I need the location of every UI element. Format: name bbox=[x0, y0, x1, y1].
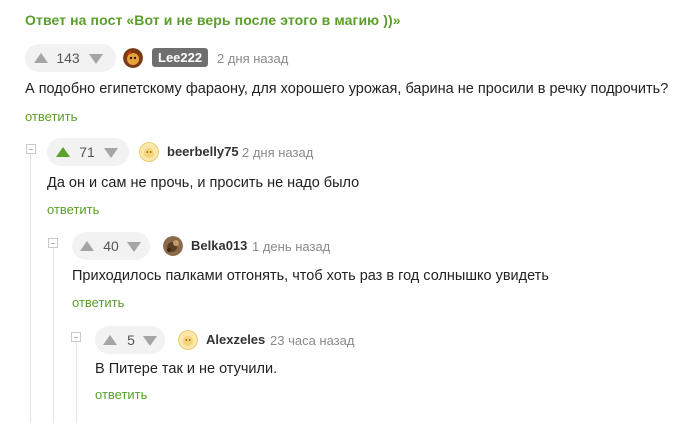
collapse-button[interactable] bbox=[48, 238, 58, 248]
reply-link[interactable]: ответить bbox=[95, 387, 147, 402]
score: 40 bbox=[103, 238, 119, 254]
downvote-icon[interactable] bbox=[89, 54, 103, 64]
comment-text: В Питере так и не отучили. bbox=[95, 361, 278, 377]
score: 71 bbox=[79, 144, 95, 160]
downvote-icon[interactable] bbox=[127, 242, 141, 252]
upvote-icon[interactable] bbox=[56, 147, 70, 157]
upvote-icon[interactable] bbox=[103, 335, 117, 345]
avatar[interactable] bbox=[139, 142, 159, 162]
comment-text: Приходилось палками отгонять, чтоб хоть … bbox=[72, 268, 549, 284]
score: 5 bbox=[127, 332, 135, 348]
comment: 71 beerbelly75 2 дня назад Да он и сам н… bbox=[47, 138, 647, 228]
vote-control: 40 bbox=[72, 232, 150, 260]
comment-text: Да он и сам не прочь, и просить не надо … bbox=[47, 175, 360, 191]
score: 143 bbox=[56, 50, 80, 66]
comment-header: 5 Alexzeles 23 часа назад bbox=[95, 326, 595, 354]
username[interactable]: Alexzeles bbox=[206, 332, 265, 347]
avatar[interactable] bbox=[163, 236, 183, 256]
downvote-icon[interactable] bbox=[104, 148, 118, 158]
collapse-button[interactable] bbox=[71, 332, 81, 342]
downvote-icon[interactable] bbox=[143, 336, 157, 346]
comment-text: А подобно египетскому фараону, для хорош… bbox=[25, 81, 669, 97]
username[interactable]: beerbelly75 bbox=[167, 144, 239, 159]
username[interactable]: Lee222 bbox=[152, 48, 209, 67]
upvote-icon[interactable] bbox=[34, 53, 48, 63]
comment-header: 71 beerbelly75 2 дня назад bbox=[47, 138, 647, 166]
avatar[interactable] bbox=[178, 330, 198, 350]
vote-control: 5 bbox=[95, 326, 165, 354]
collapse-button[interactable] bbox=[26, 144, 36, 154]
thread-line bbox=[76, 340, 77, 423]
username[interactable]: Belka013 bbox=[191, 238, 247, 253]
timestamp[interactable]: 2 дня назад bbox=[242, 145, 313, 160]
comment-header: 143 Lee222 2 дня назад bbox=[25, 44, 685, 72]
timestamp[interactable]: 1 день назад bbox=[252, 239, 330, 254]
reply-link[interactable]: ответить bbox=[47, 202, 99, 217]
reply-link[interactable]: ответить bbox=[25, 109, 77, 124]
upvote-icon[interactable] bbox=[80, 241, 94, 251]
vote-control: 71 bbox=[47, 138, 129, 166]
comment: 5 Alexzeles 23 часа назад В Питере так и… bbox=[95, 326, 595, 416]
thread-line bbox=[53, 246, 54, 423]
reply-link[interactable]: ответить bbox=[72, 295, 124, 310]
timestamp[interactable]: 23 часа назад bbox=[270, 333, 354, 348]
comment: 40 Belka013 1 день назад Приходилось пал… bbox=[72, 232, 632, 322]
comment: 143 Lee222 2 дня назад А подобно египетс… bbox=[25, 44, 685, 134]
comment-header: 40 Belka013 1 день назад bbox=[72, 232, 632, 260]
vote-control: 143 bbox=[25, 44, 116, 72]
timestamp[interactable]: 2 дня назад bbox=[217, 51, 288, 66]
avatar[interactable] bbox=[123, 48, 143, 68]
thread-line bbox=[30, 150, 31, 423]
post-link[interactable]: Ответ на пост «Вот и не верь после этого… bbox=[25, 12, 401, 28]
